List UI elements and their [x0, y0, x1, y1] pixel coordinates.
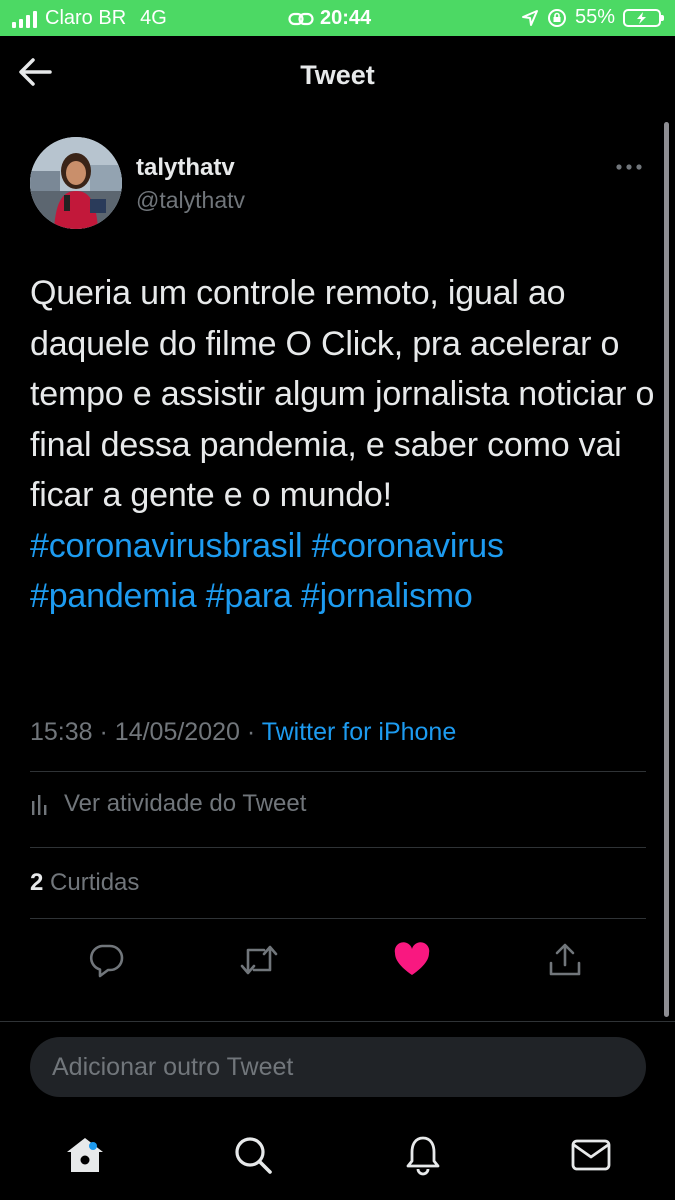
top-nav: Tweet — [0, 36, 675, 116]
divider — [0, 1021, 675, 1022]
status-bar: Claro BR 4G 20:44 55% — [0, 0, 675, 36]
network-label: 4G — [140, 7, 167, 29]
divider — [30, 771, 646, 772]
tab-search[interactable] — [229, 1133, 277, 1177]
avatar[interactable] — [30, 137, 122, 229]
battery-percent: 55% — [574, 6, 615, 28]
reply-compose-input[interactable]: Adicionar outro Tweet — [30, 1037, 646, 1097]
tweet-date: 14/05/2020 — [114, 718, 240, 746]
analytics-icon — [32, 795, 47, 815]
bell-icon — [406, 1136, 440, 1176]
view-activity-button[interactable]: Ver atividade do Tweet — [30, 790, 306, 818]
tab-home[interactable] — [61, 1133, 109, 1177]
likes-label: Curtidas — [50, 869, 140, 896]
tweet-source-link[interactable]: Twitter for iPhone — [262, 718, 457, 746]
personal-hotspot-icon — [288, 12, 314, 25]
carrier-label: Claro BR — [45, 7, 127, 29]
user-handle[interactable]: @talythatv — [136, 187, 245, 214]
retweet-icon — [240, 945, 278, 975]
tweet-meta: 15:38 · 14/05/2020 · Twitter for iPhone — [30, 718, 456, 747]
divider — [30, 847, 646, 848]
battery-charging-icon — [623, 8, 664, 27]
meta-separator: · — [99, 718, 108, 746]
tweet-body: Queria um controle remoto, igual ao daqu… — [30, 274, 655, 514]
signal-icon — [12, 10, 37, 28]
orientation-lock-icon — [547, 8, 566, 27]
heart-icon — [394, 942, 430, 975]
likes-count: 2 — [30, 869, 44, 896]
compose-placeholder: Adicionar outro Tweet — [52, 1053, 294, 1081]
hashtag-link[interactable]: #jornalismo — [301, 577, 473, 615]
more-options-button[interactable] — [612, 158, 648, 176]
reply-icon — [89, 944, 124, 978]
page-title: Tweet — [300, 60, 375, 90]
hashtag-link[interactable]: #pandemia — [30, 577, 197, 615]
tweet-text: Queria um controle remoto, igual ao daqu… — [30, 268, 660, 622]
share-icon — [549, 943, 581, 976]
hashtag-link[interactable]: #para — [206, 577, 292, 615]
hashtag-link[interactable]: #coronavirusbrasil — [30, 527, 303, 565]
mail-icon — [571, 1139, 611, 1171]
home-icon — [67, 1138, 103, 1172]
activity-label: Ver atividade do Tweet — [64, 790, 307, 817]
like-button[interactable] — [390, 938, 434, 982]
reply-button[interactable] — [84, 938, 128, 982]
tab-notifications[interactable] — [399, 1133, 447, 1177]
location-icon — [521, 9, 538, 26]
divider — [30, 918, 646, 919]
search-icon — [235, 1137, 272, 1174]
more-horizontal-icon — [616, 164, 642, 170]
meta-separator: · — [246, 718, 256, 746]
likes-count-link[interactable]: 2 Curtidas — [30, 869, 139, 897]
tweet-time: 15:38 — [30, 718, 93, 746]
retweet-button[interactable] — [237, 938, 281, 982]
status-time: 20:44 — [320, 7, 372, 29]
scrollbar[interactable] — [664, 122, 669, 1017]
tab-messages[interactable] — [567, 1133, 615, 1177]
display-name[interactable]: talythatv — [136, 154, 235, 182]
share-button[interactable] — [543, 938, 587, 982]
hashtag-link[interactable]: #coronavirus — [312, 527, 504, 565]
